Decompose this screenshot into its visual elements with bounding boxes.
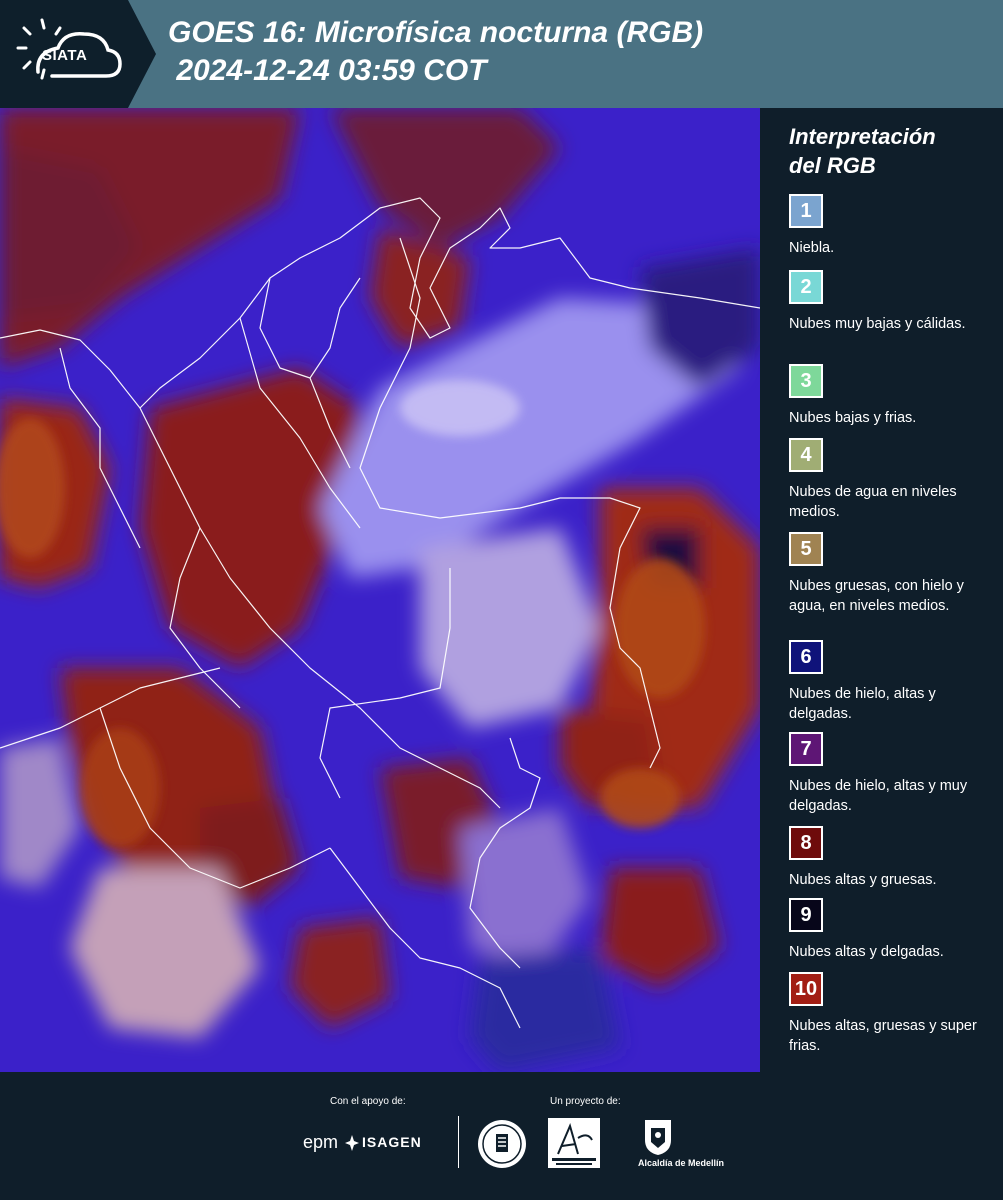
epm-logo: epm (303, 1132, 339, 1152)
footer-divider (458, 1116, 459, 1168)
legend-swatch-1: 1 (789, 194, 823, 228)
legend-title-line-2: del RGB (789, 153, 876, 178)
legend-item-9: 9 Nubes altas y delgadas. (789, 898, 989, 962)
legend-item-5: 5 Nubes gruesas, con hielo y agua, en ni… (789, 532, 989, 616)
title-line-2: 2024-12-24 03:59 COT (168, 54, 487, 87)
legend-label-8: Nubes altas y gruesas. (789, 872, 937, 888)
legend-swatch-2: 2 (789, 270, 823, 304)
legend-label-2: Nubes muy bajas y cálidas. (789, 316, 966, 332)
legend-title-line-1: Interpretación (789, 124, 936, 149)
legend-swatch-6: 6 (789, 640, 823, 674)
legend-item-10: 10 Nubes altas, gruesas y super frias. (789, 972, 989, 1056)
legend-panel: Interpretación del RGB 1 Niebla. 2 Nubes… (760, 108, 1003, 1072)
area-metropolitana-logo (548, 1118, 600, 1168)
isagen-star-icon (345, 1135, 359, 1151)
legend-item-4: 4 Nubes de agua en niveles medios. (789, 438, 989, 522)
medellin-shield-icon (645, 1120, 671, 1155)
page-title: GOES 16: Microfísica nocturna (RGB) 2024… (168, 14, 703, 90)
legend-item-6: 6 Nubes de hielo, altas y delgadas. (789, 640, 989, 724)
siata-logo: SIATA (0, 0, 128, 108)
legend-label-5: Nubes gruesas, con hielo y agua, en nive… (789, 578, 964, 614)
legend-swatch-4: 4 (789, 438, 823, 472)
legend-swatch-7: 7 (789, 732, 823, 766)
legend-label-1: Niebla. (789, 240, 835, 256)
alcaldia-medellin-logo: Alcaldía de Medellín (638, 1158, 725, 1168)
legend-label-3: Nubes bajas y frias. (789, 410, 917, 426)
legend-swatch-5: 5 (789, 532, 823, 566)
legend-item-7: 7 Nubes de hielo, altas y muy delgadas. (789, 732, 989, 816)
legend-item-1: 1 Niebla. (789, 194, 989, 258)
legend-item-3: 3 Nubes bajas y frias. (789, 364, 989, 428)
legend-label-6: Nubes de hielo, altas y delgadas. (789, 686, 936, 722)
footer: Con el apoyo de: Un proyecto de: epm ISA… (0, 1072, 1003, 1200)
legend-item-8: 8 Nubes altas y gruesas. (789, 826, 989, 890)
legend-swatch-8: 8 (789, 826, 823, 860)
project-label: Un proyecto de: (550, 1096, 621, 1107)
support-label: Con el apoyo de: (330, 1096, 406, 1107)
legend-swatch-3: 3 (789, 364, 823, 398)
logo-arrow (128, 0, 156, 108)
header: SIATA GOES 16: Microfísica nocturna (RGB… (0, 0, 1003, 108)
legend-label-9: Nubes altas y delgadas. (789, 944, 944, 960)
legend-item-2: 2 Nubes muy bajas y cálidas. (789, 270, 989, 334)
satellite-map (0, 108, 760, 1072)
seal-logo (478, 1120, 526, 1168)
satellite-image (0, 108, 760, 1072)
legend-swatch-10: 10 (789, 972, 823, 1006)
legend-label-7: Nubes de hielo, altas y muy delgadas. (789, 778, 968, 814)
isagen-logo: ISAGEN (362, 1134, 422, 1150)
logo-text: SIATA (42, 47, 88, 64)
legend-title: Interpretación del RGB (789, 122, 936, 180)
legend-swatch-9: 9 (789, 898, 823, 932)
title-line-1: GOES 16: Microfísica nocturna (RGB) (168, 16, 704, 49)
legend-label-4: Nubes de agua en niveles medios. (789, 484, 957, 520)
legend-label-10: Nubes altas, gruesas y super frias. (789, 1018, 977, 1054)
